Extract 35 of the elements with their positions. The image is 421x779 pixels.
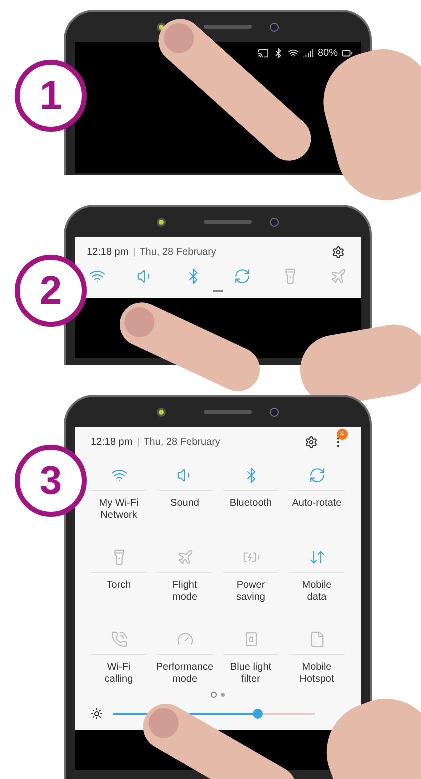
tile-label[interactable]: Auto-rotate <box>292 498 342 510</box>
tile-label[interactable]: Bluetooth <box>230 498 272 510</box>
step-number: 3 <box>15 445 87 517</box>
battery-percent: 80% <box>318 48 338 59</box>
wifi-icon <box>288 48 299 59</box>
tile-label[interactable]: Mobile data <box>302 580 332 604</box>
battery-icon <box>342 48 353 59</box>
speaker-grille <box>204 25 252 29</box>
tile-label[interactable]: Wi-Fi calling <box>104 662 134 686</box>
tile-label[interactable]: Torch <box>106 580 132 592</box>
step-number: 2 <box>15 255 87 327</box>
tile-label[interactable]: Sound <box>170 498 200 510</box>
brightness-icon <box>91 708 103 720</box>
tile-label[interactable]: Flight mode <box>172 580 198 604</box>
tile-label[interactable]: My Wi-Fi Network <box>99 498 139 522</box>
tile-label[interactable]: Power saving <box>236 580 266 604</box>
speaker-grille <box>204 220 252 224</box>
date-text: Thu, 28 February <box>144 436 220 450</box>
slider-thumb[interactable] <box>253 709 264 719</box>
cast-icon <box>258 48 269 59</box>
clock-time: 12:18 pm <box>87 246 129 260</box>
settings-icon[interactable] <box>332 246 345 259</box>
date-text: Thu, 28 February <box>140 246 216 260</box>
camera-lens <box>270 22 279 32</box>
tile-label[interactable]: Performance mode <box>156 662 214 686</box>
camera-lens <box>270 218 279 226</box>
camera-lens <box>270 408 279 416</box>
clock-time: 12:18 pm <box>91 436 133 450</box>
drag-handle[interactable] <box>213 290 223 292</box>
settings-icon[interactable] <box>305 436 318 449</box>
tile-label[interactable]: Blue light filter <box>230 662 272 686</box>
bluetooth-icon <box>272 48 284 59</box>
step-number: 1 <box>15 60 87 132</box>
tile-label[interactable]: Mobile Hotspot <box>300 662 334 686</box>
speaker-grille <box>204 410 252 414</box>
